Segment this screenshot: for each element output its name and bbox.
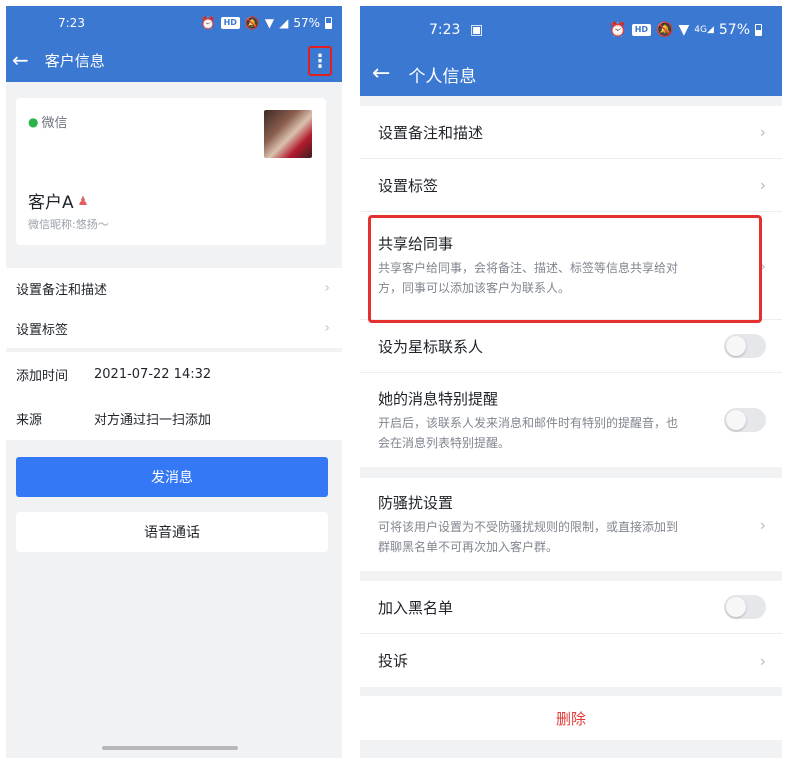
channel-label: ● 微信: [28, 112, 68, 132]
page-title: 个人信息: [408, 66, 477, 87]
avatar[interactable]: [264, 110, 312, 158]
mute-icon: 🔕: [244, 16, 260, 30]
signal-icon: 4G◢: [694, 25, 714, 35]
row-title: 加入黑名单: [378, 598, 454, 617]
person-icon: ♟: [77, 193, 89, 208]
row-share-to-colleague[interactable]: 共享给同事 共享客户给同事，会将备注、描述、标签等信息共享给对方，同事可以添加该…: [360, 212, 782, 320]
mute-icon: 🔕: [656, 22, 674, 38]
alarm-icon: ⏰: [200, 16, 216, 30]
more-options-icon[interactable]: ⋮: [308, 46, 332, 76]
battery-percent: 57%: [293, 16, 320, 30]
menu-item-label: 设置标签: [16, 322, 69, 338]
alarm-icon: ⏰: [609, 22, 627, 38]
delete-button[interactable]: 删除: [360, 696, 782, 740]
page-title: 客户信息: [44, 51, 105, 70]
row-title: 她的消息特别提醒: [378, 389, 499, 408]
info-row-source: 来源 对方通过扫一扫添加: [6, 396, 342, 440]
info-value: 2021-07-22 14:32: [94, 366, 212, 382]
status-icons: ⏰ HD 🔕 ▼ 4G◢ 57%: [609, 22, 762, 38]
customer-name: 客户A ♟: [28, 188, 88, 213]
info-row-added-time: 添加时间 2021-07-22 14:32: [6, 352, 342, 396]
row-title: 设置备注和描述: [378, 123, 484, 142]
row-blacklist: 加入黑名单: [360, 581, 782, 634]
settings-group-3: 加入黑名单 投诉 ›: [360, 581, 782, 687]
customer-info-screen: 7:23 ⏰ HD 🔕 ▼ ◢ 57% ← 客户信息 ⋮ ● 微信 客户A ♟: [6, 6, 342, 758]
customer-card: ● 微信 客户A ♟ 微信昵称:悠扬～: [16, 98, 326, 245]
status-bar: 7:23 ▣ ⏰ HD 🔕 ▼ 4G◢ 57%: [360, 6, 782, 50]
blacklist-toggle[interactable]: [724, 595, 766, 619]
chevron-right-icon: ›: [324, 280, 330, 296]
back-arrow-icon[interactable]: ←: [372, 63, 390, 85]
battery-percent: 57%: [718, 22, 750, 38]
chevron-right-icon: ›: [759, 256, 766, 275]
back-arrow-icon[interactable]: ←: [12, 50, 29, 70]
customer-name-text: 客户A: [28, 193, 74, 213]
row-title: 设置标签: [378, 176, 439, 195]
status-time: 7:23: [58, 16, 85, 30]
wifi-icon: ▼: [264, 16, 275, 30]
row-complaint[interactable]: 投诉 ›: [360, 634, 782, 687]
row-star-contact: 设为星标联系人: [360, 320, 782, 373]
app-bar: 7:23 ▣ ⏰ HD 🔕 ▼ 4G◢ 57% ← 个人信息: [360, 6, 782, 96]
wifi-icon: ▼: [678, 22, 690, 38]
row-title: 设为星标联系人: [378, 337, 484, 356]
send-message-button[interactable]: 发消息: [16, 457, 328, 497]
status-time: 7:23: [429, 22, 461, 38]
menu-item-tags[interactable]: 设置标签 ›: [6, 308, 342, 348]
chevron-right-icon: ›: [324, 320, 330, 336]
personal-info-screen: 7:23 ▣ ⏰ HD 🔕 ▼ 4G◢ 57% ← 个人信息 设置备注和描述 ›…: [360, 6, 782, 758]
info-label: 添加时间: [16, 368, 69, 384]
nickname: 微信昵称:悠扬～: [28, 218, 109, 231]
menu-item-label: 设置备注和描述: [16, 282, 108, 298]
star-contact-toggle[interactable]: [724, 334, 766, 358]
row-title: 投诉: [378, 652, 409, 670]
row-special-reminder: 她的消息特别提醒 开启后，该联系人发来消息和邮件时有特别的提醒音，也会在消息列表…: [360, 373, 782, 467]
menu-item-remark[interactable]: 设置备注和描述 ›: [6, 268, 342, 308]
row-remark[interactable]: 设置备注和描述 ›: [360, 106, 782, 159]
chevron-right-icon: ›: [759, 175, 766, 195]
battery-icon: [325, 17, 332, 29]
chevron-right-icon: ›: [759, 651, 766, 670]
chevron-right-icon: ›: [759, 122, 766, 142]
info-value: 对方通过扫一扫添加: [94, 412, 212, 428]
toolbar: ← 客户信息 ⋮: [6, 44, 342, 76]
home-indicator[interactable]: [102, 746, 238, 750]
hd-icon: HD: [631, 24, 652, 36]
wechat-icon: ●: [28, 114, 39, 129]
image-notification-icon: ▣: [470, 22, 484, 38]
settings-group-2: 防骚扰设置 可将该用户设置为不受防骚扰规则的限制，或直接添加到群聊黑名单不可再次…: [360, 478, 782, 571]
signal-icon: ◢: [279, 16, 289, 30]
row-description: 共享客户给同事，会将备注、描述、标签等信息共享给对方，同事可以添加该客户为联系人…: [378, 261, 679, 295]
voice-call-button[interactable]: 语音通话: [16, 512, 328, 552]
hd-icon: HD: [220, 17, 240, 29]
info-group: 添加时间 2021-07-22 14:32 来源 对方通过扫一扫添加: [6, 352, 342, 440]
settings-group: 设置备注和描述 › 设置标签 ›: [6, 268, 342, 348]
channel-text: 微信: [41, 116, 68, 131]
status-icons: ⏰ HD 🔕 ▼ ◢ 57%: [201, 16, 332, 30]
toolbar: ← 个人信息: [360, 56, 782, 92]
row-description: 开启后，该联系人发来消息和邮件时有特别的提醒音，也会在消息列表特别提醒。: [378, 415, 679, 450]
special-reminder-toggle[interactable]: [724, 408, 766, 432]
info-label: 来源: [16, 412, 43, 428]
signal-label: 4G: [694, 25, 707, 35]
row-title: 防骚扰设置: [378, 494, 454, 512]
app-bar: 7:23 ⏰ HD 🔕 ▼ ◢ 57% ← 客户信息 ⋮: [6, 6, 342, 82]
status-bar: 7:23 ⏰ HD 🔕 ▼ ◢ 57%: [6, 6, 342, 40]
chevron-right-icon: ›: [759, 515, 766, 534]
row-title: 共享给同事: [378, 235, 454, 253]
row-tags[interactable]: 设置标签 ›: [360, 159, 782, 212]
row-description: 可将该用户设置为不受防骚扰规则的限制，或直接添加到群聊黑名单不可再次加入客户群。: [378, 520, 679, 554]
battery-icon: [755, 24, 762, 36]
settings-group-1: 设置备注和描述 › 设置标签 › 共享给同事 共享客户给同事，会将备注、描述、标…: [360, 106, 782, 467]
row-anti-harassment[interactable]: 防骚扰设置 可将该用户设置为不受防骚扰规则的限制，或直接添加到群聊黑名单不可再次…: [360, 478, 782, 571]
